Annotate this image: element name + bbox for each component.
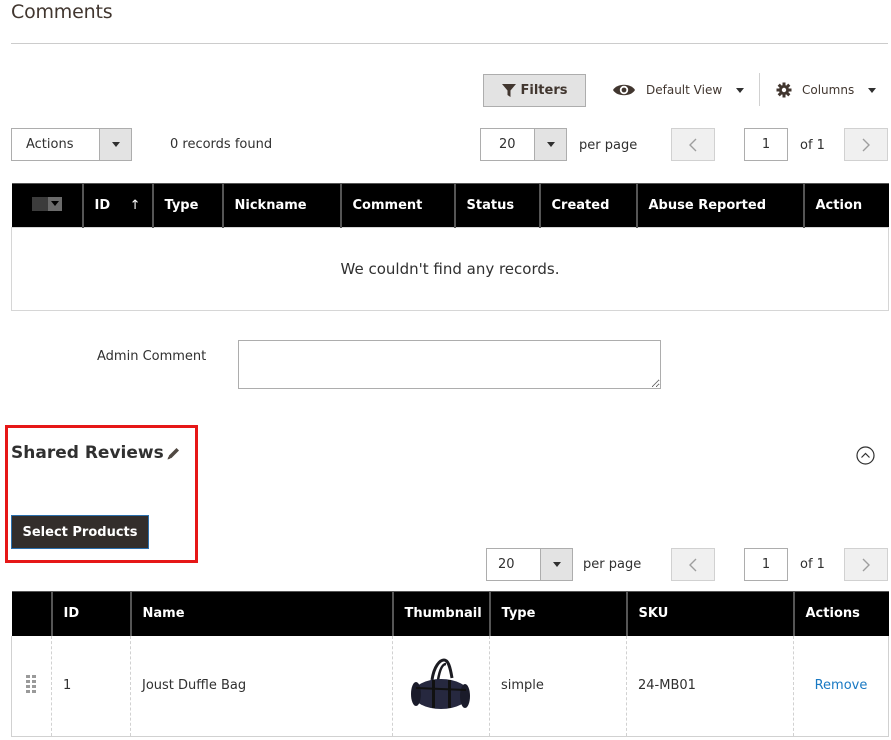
table-row: 1 Joust Duffle Bag simple 24-MB01 Remove — [11, 635, 889, 737]
drag-handle-icon[interactable] — [26, 674, 37, 693]
product-thumbnail-image — [411, 658, 470, 709]
collapse-up-icon[interactable] — [856, 446, 875, 465]
drag-cell[interactable] — [11, 635, 52, 737]
view-switcher[interactable]: Default View — [612, 78, 745, 102]
chevron-down-icon — [47, 196, 62, 211]
per-page-select[interactable]: 20 — [480, 128, 567, 161]
column-header-nickname[interactable]: Nickname — [221, 183, 342, 228]
previous-page-button[interactable] — [671, 128, 715, 161]
column-header-type[interactable]: Type — [151, 183, 224, 228]
chevron-down-icon — [552, 562, 561, 567]
selected-products-table: ID Name Thumbnail Type SKU Actions 1 Jou… — [11, 591, 889, 737]
filter-icon — [501, 83, 516, 97]
title-divider — [11, 43, 888, 44]
chevron-left-icon — [689, 558, 697, 571]
section-title: Shared Reviews — [11, 443, 164, 463]
empty-row: We couldn't find any records. — [11, 227, 889, 311]
eye-icon — [613, 84, 635, 96]
chevron-down-icon — [736, 87, 745, 93]
per-page-toggle[interactable] — [534, 129, 566, 160]
dropdown-toggle[interactable] — [99, 129, 131, 160]
remove-link[interactable]: Remove — [815, 678, 868, 693]
comments-table: ID ↑ Type Nickname Comment Status Created… — [11, 183, 889, 311]
column-header-created[interactable]: Created — [538, 183, 638, 228]
pencil-icon[interactable] — [166, 446, 181, 461]
cell-thumbnail — [392, 635, 490, 737]
chevron-down-icon — [546, 142, 555, 147]
admin-comment-textarea[interactable] — [238, 340, 661, 389]
column-header-thumbnail: Thumbnail — [391, 591, 491, 636]
previous-page-button[interactable] — [671, 548, 715, 581]
filters-button[interactable]: Filters — [483, 74, 586, 107]
view-label: Default View — [646, 83, 723, 97]
next-page-button[interactable] — [844, 128, 888, 161]
column-header-actions: Actions — [792, 591, 889, 636]
per-page-label: per page — [579, 138, 638, 153]
table-header-row: ID ↑ Type Nickname Comment Status Created… — [11, 183, 889, 228]
cell-id: 1 — [51, 635, 131, 737]
chevron-down-icon — [868, 87, 877, 93]
sort-arrow-icon: ↑ — [129, 198, 141, 213]
page-number-input[interactable]: 1 — [744, 128, 788, 161]
per-page-value: 20 — [499, 137, 516, 152]
records-count: 0 records found — [170, 137, 273, 152]
column-header-name: Name — [129, 591, 394, 636]
cell-actions: Remove — [793, 635, 889, 737]
cell-name: Joust Duffle Bag — [130, 635, 393, 737]
per-page-toggle[interactable] — [540, 549, 572, 580]
page-title: Comments — [11, 1, 113, 23]
table-header-row: ID Name Thumbnail Type SKU Actions — [11, 591, 889, 636]
column-header-id: ID — [50, 591, 132, 636]
column-header-action: Action — [802, 183, 889, 228]
page-number-input[interactable]: 1 — [744, 548, 788, 581]
mass-select-checkbox[interactable] — [31, 196, 62, 211]
next-page-button[interactable] — [844, 548, 888, 581]
chevron-down-icon — [111, 142, 120, 147]
gear-icon — [776, 82, 792, 98]
per-page-value: 20 — [498, 557, 515, 572]
chevron-right-icon — [862, 558, 870, 571]
chevron-right-icon — [862, 138, 870, 151]
column-header-comment[interactable]: Comment — [339, 183, 456, 228]
column-header-type: Type — [488, 591, 628, 636]
chevron-left-icon — [689, 138, 697, 151]
column-header-drag — [11, 591, 53, 636]
admin-comment-label: Admin Comment — [97, 349, 207, 364]
per-page-select[interactable]: 20 — [486, 548, 573, 581]
empty-message: We couldn't find any records. — [11, 227, 889, 311]
actions-dropdown[interactable]: Actions — [11, 128, 132, 161]
mass-select-header[interactable] — [11, 183, 84, 228]
column-header-sku: SKU — [625, 591, 795, 636]
checkbox-icon — [31, 196, 48, 211]
total-pages-label: of 1 — [800, 557, 825, 572]
filters-label: Filters — [520, 83, 568, 98]
column-header-abuse-reported[interactable]: Abuse Reported — [635, 183, 805, 228]
columns-label: Columns — [802, 83, 855, 97]
column-header-id[interactable]: ID ↑ — [81, 183, 154, 228]
toolbar-divider — [759, 73, 760, 106]
cell-type: simple — [489, 635, 627, 737]
per-page-label: per page — [583, 557, 642, 572]
columns-switcher[interactable]: Columns — [776, 78, 877, 102]
cell-sku: 24-MB01 — [626, 635, 794, 737]
actions-label: Actions — [26, 137, 74, 152]
select-products-button[interactable]: Select Products — [11, 515, 149, 549]
column-header-status[interactable]: Status — [453, 183, 541, 228]
total-pages-label: of 1 — [800, 138, 825, 153]
